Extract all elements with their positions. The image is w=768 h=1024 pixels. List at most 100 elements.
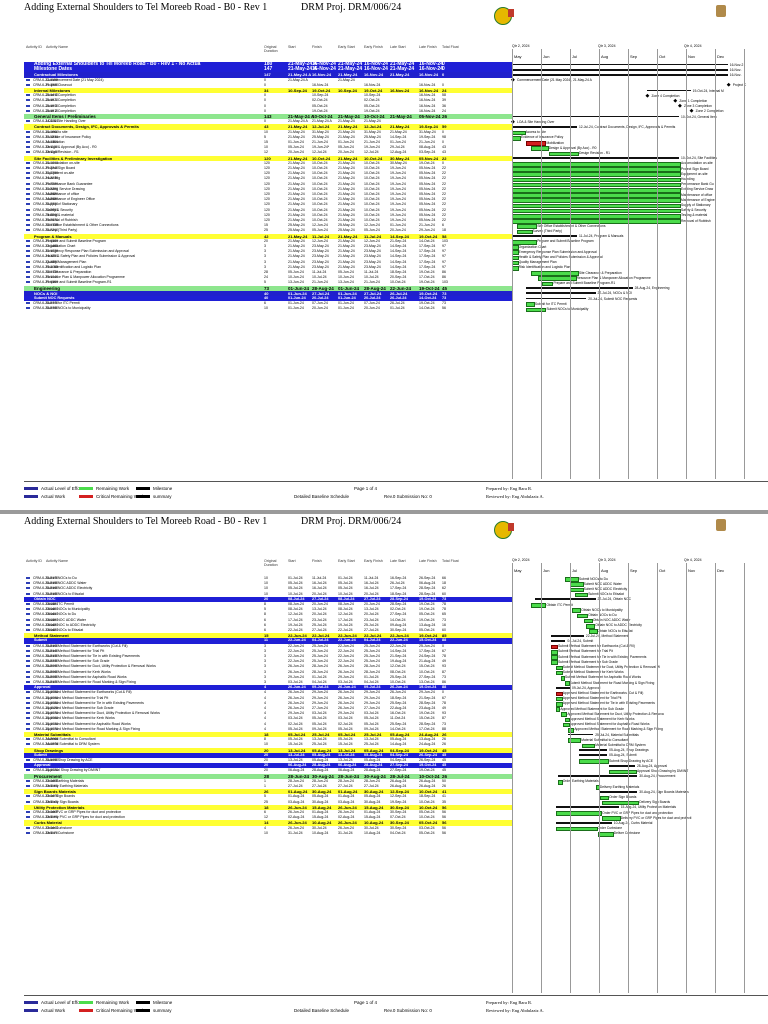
milestone-icon: ◆ — [678, 103, 682, 109]
activity-bar — [512, 208, 682, 214]
activity-bar — [512, 198, 682, 203]
bar-label: Resource Plan & Manpower Allocation Prog… — [576, 275, 651, 280]
summary-bar — [609, 764, 635, 767]
bar-label: 16-Nov-2 — [729, 62, 744, 67]
summary-bar — [556, 686, 570, 689]
legend-item: Critical Remaining Work — [79, 1008, 144, 1013]
bar-label: Prepare and Submit Baseline Program-R1 — [553, 281, 616, 285]
summary-bar — [567, 733, 594, 736]
bar-label: 04-Jul-24, Submit — [567, 639, 594, 643]
bar-label: Order Sign Boards — [609, 795, 637, 799]
brand-mark-icon — [508, 9, 514, 17]
bar-label: Site Clearance & Preparation — [578, 270, 622, 275]
column-header: Early Finish — [364, 45, 383, 49]
timeline-gridline — [657, 563, 658, 993]
timeline-gridline — [686, 49, 687, 479]
legend-label: summary — [153, 494, 172, 499]
bar-label: Approved Method Statement for Earthworks… — [562, 691, 644, 695]
bar-label: Hoarding — [681, 177, 695, 181]
activity-bar — [516, 229, 533, 235]
bar-label: Delivery Earthing Materials — [599, 784, 640, 789]
timeline-quarter: Qtr 4, 2024 — [684, 558, 702, 562]
bar-label: Zone 2 Completion — [695, 109, 724, 114]
activity-bar — [512, 188, 682, 193]
column-header: Late Start — [390, 559, 406, 563]
cell-ef: 10-Aug-24 — [364, 830, 381, 835]
timeline-month: Dec — [717, 54, 725, 59]
bar-label: Obtain NOCs to Municipality — [581, 607, 623, 612]
page-number: Page 1 of 4 — [354, 486, 378, 491]
activity-bar — [512, 214, 682, 219]
legend-swatch — [79, 1001, 93, 1005]
bar-label: Obtain NOC to ADDC Electricity — [595, 623, 642, 628]
legend-swatch — [136, 1001, 150, 1005]
bar-label: Prepare and Submit Baseline Program — [537, 239, 594, 244]
critical-bar — [551, 644, 559, 650]
revision-info: Rev.0 Submission No: 0 — [384, 1008, 432, 1013]
summary-bar — [551, 634, 584, 637]
summary-bar — [512, 235, 577, 237]
bar-label: 28-Aug-24, Approval — [636, 763, 668, 768]
summary-bar — [535, 598, 596, 601]
bar-label: 05-Aug-24, Submit — [609, 753, 637, 758]
activity-bar — [556, 665, 563, 671]
milestone-icon: ◆ — [673, 97, 678, 104]
column-header: Early Start — [338, 45, 355, 49]
timeline-quarter: Qtr 2, 2024 — [512, 44, 530, 48]
legend-swatch — [79, 487, 93, 491]
timeline-quarter: Qtr 2, 2024 — [512, 558, 530, 562]
project-code: DRM Proj. DRM/006/24 — [301, 2, 402, 13]
timeline-month: Jun — [543, 568, 550, 573]
bar-label: Zone 1 Completion — [679, 99, 708, 103]
activity-bar — [586, 624, 596, 629]
timeline-month: Oct — [659, 54, 666, 59]
legend-item: summary — [136, 494, 172, 499]
critical-bar — [556, 691, 563, 697]
activity-bar — [512, 245, 519, 250]
bar-label: Approved Method Statement for Kerb Works — [569, 717, 635, 721]
bar-label: 20-Jul-24, Submit NOC Requests — [588, 296, 638, 301]
legend-label: Milestone — [153, 1000, 173, 1005]
bar-label: 19-Oct-24, Internal M — [692, 88, 724, 93]
activity-bar — [574, 592, 589, 598]
revision-info: Rev.0 Submission No: 0 — [384, 494, 432, 499]
schedule-title: Adding External Shoulders to Tel Moreeb … — [24, 2, 268, 13]
bar-label: Design & Approval (By Aco) - R0 — [548, 145, 597, 150]
activity-bar — [560, 712, 568, 717]
cell-ef: 20-Jun-24 — [364, 306, 380, 311]
summary-bar — [556, 806, 619, 809]
legend-item: summary — [136, 1008, 172, 1013]
cell-lf: 05-Oct-24 — [419, 830, 435, 835]
activity-bar — [542, 281, 554, 287]
column-header: Start — [288, 559, 296, 563]
bar-label: Safety & Security — [681, 208, 707, 213]
cell-dur: 10 — [264, 830, 268, 835]
bar-label: Material Submittal to DRM System — [595, 743, 646, 747]
activity-bar — [512, 172, 682, 177]
summary-bar — [512, 74, 728, 76]
bar-label: LOA & Site Handing Over — [517, 119, 555, 124]
bar-label: Approved Method Statement for Duct, Util… — [567, 711, 664, 716]
bar-label: Order Earthing Materials — [562, 779, 599, 784]
cell-es: 01-Jun-24 — [338, 306, 354, 311]
activity-bar — [556, 696, 563, 702]
legend-swatch — [136, 1009, 150, 1013]
column-header: Activity Name — [46, 559, 68, 563]
timeline-quarter: Qtr 3, 2024 — [598, 44, 616, 48]
page-number: Page 1 of 4 — [354, 1000, 378, 1005]
summary-bar — [646, 89, 691, 92]
timeline-month: May — [514, 54, 522, 59]
activity-bar — [512, 266, 519, 271]
bar-label: 16-Nov- — [729, 67, 742, 72]
activity-bar — [563, 722, 570, 728]
activity-bar — [556, 826, 598, 832]
legend-item: Actual Level of Effort — [24, 1000, 82, 1005]
timeline-month: Jul — [572, 568, 578, 573]
legend-swatch — [24, 1009, 38, 1013]
summary-bar — [556, 822, 612, 824]
legend-swatch — [136, 495, 150, 499]
project-code: DRM Proj. DRM/006/24 — [301, 516, 402, 527]
legend-swatch — [24, 495, 38, 499]
page-footer: Actual Level of Effort Actual Work Remaini… — [24, 481, 768, 510]
activity-bar — [551, 655, 559, 660]
